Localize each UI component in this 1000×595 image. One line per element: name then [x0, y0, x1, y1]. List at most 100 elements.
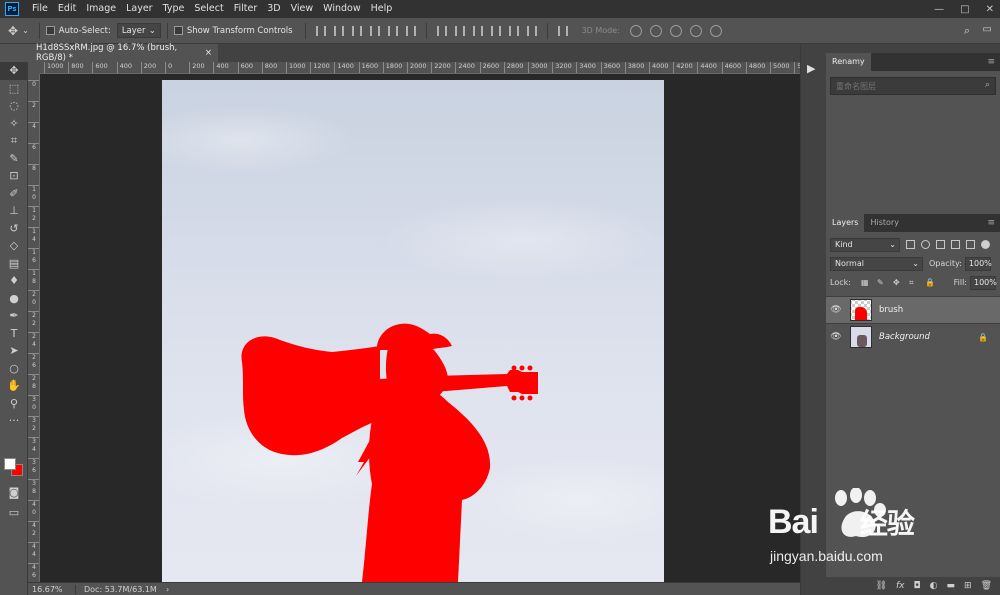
shape-tool-icon[interactable]: ○ [0, 360, 28, 378]
align-top-icon[interactable] [315, 25, 326, 36]
close-window-button[interactable]: ✕ [986, 4, 994, 15]
menu-type[interactable]: Type [158, 0, 190, 18]
lock-position-icon[interactable]: ✥ [893, 278, 902, 287]
document-canvas[interactable] [162, 80, 664, 582]
status-menu-arrow-icon[interactable]: › [166, 585, 169, 594]
tab-history[interactable]: History [864, 214, 904, 232]
menu-window[interactable]: Window [318, 0, 365, 18]
zoom-level[interactable]: 16.67% [28, 584, 76, 594]
tab-renamy[interactable]: Renamy [826, 53, 871, 71]
zoom-tool-icon[interactable]: ⚲ [0, 395, 28, 413]
3d-orbit-icon[interactable] [629, 24, 642, 37]
play-icon[interactable]: ▶ [807, 62, 815, 75]
fx-icon[interactable]: fx [896, 581, 905, 591]
foreground-color-swatch[interactable] [4, 458, 16, 470]
auto-align-icon[interactable] [557, 25, 568, 36]
rename-input[interactable] [830, 77, 996, 95]
filter-smart-object-icon[interactable] [966, 240, 975, 249]
auto-select-checkbox[interactable] [45, 26, 55, 35]
layer-row-brush[interactable]: 👁 brush [826, 296, 1000, 323]
kind-filter-dropdown[interactable]: Kind ⌄ [830, 237, 900, 252]
show-transform-checkbox[interactable] [173, 26, 183, 35]
chevron-down-icon[interactable]: ⌄ [22, 26, 29, 35]
history-brush-tool-icon[interactable]: ↺ [0, 220, 28, 238]
distribute-bottom-icon[interactable] [472, 25, 483, 36]
document-tab[interactable]: H1d8SSxRM.jpg @ 16.7% (brush, RGB/8) * × [28, 43, 218, 63]
3d-pan-icon[interactable] [669, 24, 682, 37]
crop-tool-icon[interactable]: ⌗ [0, 132, 28, 150]
filter-type-icon[interactable] [936, 240, 945, 249]
new-layer-icon[interactable]: ⊞ [964, 581, 972, 591]
opacity-input[interactable]: 100% [964, 256, 992, 271]
gradient-tool-icon[interactable]: ▤ [0, 255, 28, 273]
distribute-right-icon[interactable] [526, 25, 537, 36]
filter-shape-icon[interactable] [951, 240, 960, 249]
menu-view[interactable]: View [286, 0, 319, 18]
align-right-icon[interactable] [405, 25, 416, 36]
visibility-eye-icon[interactable]: 👁 [826, 305, 846, 315]
layer-name[interactable]: brush [879, 305, 903, 315]
layer-row-background[interactable]: 👁 Background 🔒 [826, 323, 1000, 350]
tab-layers[interactable]: Layers [826, 214, 865, 232]
adjustment-icon[interactable]: ◐ [930, 581, 938, 591]
healing-tool-icon[interactable]: ⊡ [0, 167, 28, 185]
close-tab-icon[interactable]: × [205, 48, 212, 58]
filter-toggle-icon[interactable] [981, 240, 990, 249]
magic-wand-tool-icon[interactable]: ✧ [0, 115, 28, 133]
more-tools-icon[interactable]: ··· [0, 412, 28, 430]
menu-file[interactable]: File [27, 0, 53, 18]
minimize-button[interactable]: — [934, 4, 944, 15]
lock-transparent-icon[interactable]: ▦ [861, 278, 870, 287]
folder-icon[interactable]: ▬ [947, 581, 956, 591]
panel-menu-icon[interactable]: ≡ [987, 218, 995, 228]
dodge-tool-icon[interactable]: ● [0, 290, 28, 308]
align-vcenter-icon[interactable] [333, 25, 344, 36]
mask-icon[interactable]: ◘ [914, 581, 921, 591]
filter-adjustment-icon[interactable] [921, 240, 930, 249]
search-icon[interactable]: ⌕ [985, 80, 990, 90]
menu-filter[interactable]: Filter [229, 0, 263, 18]
trash-icon[interactable]: 🗑 [981, 581, 992, 591]
blend-mode-dropdown[interactable]: Normal ⌄ [830, 256, 923, 271]
menu-help[interactable]: Help [366, 0, 398, 18]
fill-input[interactable]: 100% [970, 275, 997, 290]
distribute-hcenter-icon[interactable] [508, 25, 519, 36]
lock-all-icon[interactable]: 🔒 [925, 278, 935, 287]
menu-3d[interactable]: 3D [262, 0, 285, 18]
lock-artboard-icon[interactable]: ⌗ [909, 278, 918, 287]
blur-tool-icon[interactable]: ♦ [0, 272, 28, 290]
stamp-tool-icon[interactable]: ⊥ [0, 202, 28, 220]
type-tool-icon[interactable]: T [0, 325, 28, 343]
align-left-icon[interactable] [369, 25, 380, 36]
align-hcenter-icon[interactable] [387, 25, 398, 36]
move-tool-icon[interactable]: ✥ [8, 24, 18, 38]
auto-select-dropdown[interactable]: Layer ⌄ [116, 23, 161, 38]
move-tool-icon[interactable]: ✥ [0, 62, 28, 80]
screen-mode-icon[interactable]: ▭ [0, 504, 28, 522]
distribute-vcenter-icon[interactable] [454, 25, 465, 36]
menu-edit[interactable]: Edit [53, 0, 81, 18]
visibility-eye-icon[interactable]: 👁 [826, 332, 846, 342]
eraser-tool-icon[interactable]: ◇ [0, 237, 28, 255]
filter-pixel-icon[interactable] [906, 240, 915, 249]
brush-tool-icon[interactable]: ✐ [0, 185, 28, 203]
workspace-icon[interactable]: ▭ [983, 24, 992, 35]
align-bottom-icon[interactable] [351, 25, 362, 36]
distribute-left-icon[interactable] [490, 25, 501, 36]
marquee-tool-icon[interactable]: ⬚ [0, 80, 28, 98]
hand-tool-icon[interactable]: ✋ [0, 377, 28, 395]
distribute-top-icon[interactable] [436, 25, 447, 36]
path-selection-tool-icon[interactable]: ➤ [0, 342, 28, 360]
menu-select[interactable]: Select [189, 0, 228, 18]
lock-image-icon[interactable]: ✎ [877, 278, 886, 287]
quick-mask-icon[interactable]: ◙ [0, 484, 28, 502]
3d-scale-icon[interactable] [709, 24, 722, 37]
lasso-tool-icon[interactable]: ◌ [0, 97, 28, 115]
3d-roll-icon[interactable] [649, 24, 662, 37]
link-icon[interactable]: ⛓ [876, 581, 887, 591]
menu-layer[interactable]: Layer [121, 0, 158, 18]
layer-name[interactable]: Background [879, 332, 930, 342]
maximize-button[interactable]: □ [960, 4, 969, 15]
search-icon[interactable]: ⌕ [964, 24, 970, 38]
menu-image[interactable]: Image [81, 0, 121, 18]
